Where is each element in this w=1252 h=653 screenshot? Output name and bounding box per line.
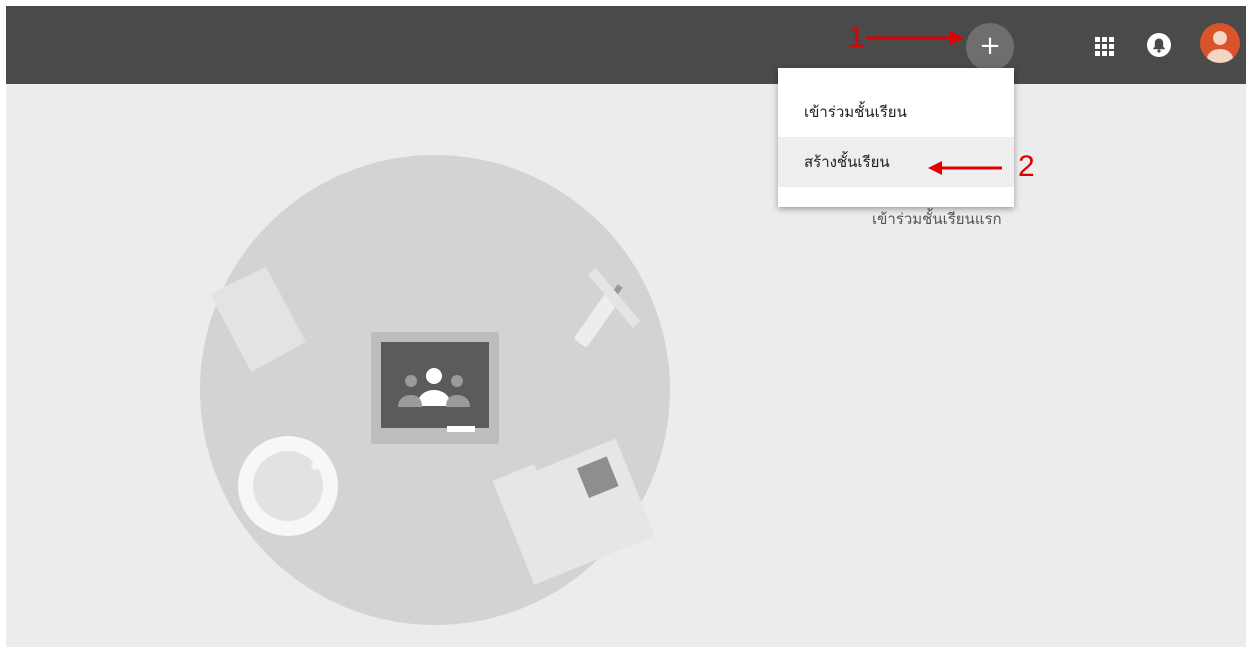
plus-icon: + — [979, 31, 1001, 61]
annotation-step-1: 1 — [848, 21, 865, 54]
menu-item-join-class[interactable]: เข้าร่วมชั้นเรียน — [778, 87, 1014, 137]
add-class-button[interactable]: + — [966, 23, 1014, 71]
coffee-cup — [238, 436, 338, 536]
apps-grid-icon[interactable] — [1092, 34, 1116, 58]
empty-state-illustration — [200, 155, 670, 625]
user-avatar[interactable] — [1200, 23, 1240, 63]
google-classroom-icon — [371, 332, 499, 444]
bell-icon[interactable] — [1146, 32, 1172, 58]
top-app-bar: + — [6, 6, 1246, 84]
app-frame: + เข้าร่วมชั้นเรียนแรก เข้าร่วมชั้นเรียน… — [6, 6, 1246, 647]
add-class-menu: เข้าร่วมชั้นเรียน สร้างชั้นเรียน — [778, 68, 1014, 207]
join-first-class-hint[interactable]: เข้าร่วมชั้นเรียนแรก — [872, 207, 1002, 231]
annotation-arrow-1 — [866, 31, 964, 45]
annotation-arrow-2 — [928, 161, 1002, 175]
user-avatar-icon — [1207, 31, 1233, 63]
annotation-step-2: 2 — [1018, 150, 1035, 183]
